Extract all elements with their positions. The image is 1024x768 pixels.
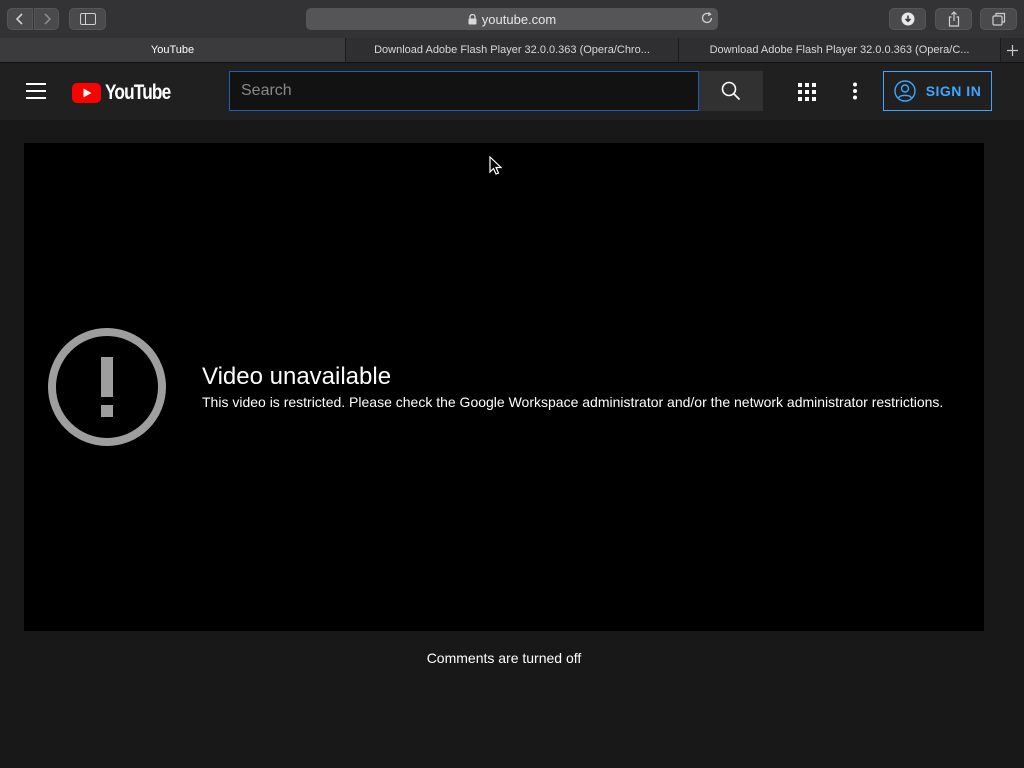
address-url: youtube.com: [481, 11, 557, 27]
download-icon: [901, 12, 914, 26]
chevron-right-icon: [43, 13, 51, 25]
menu-icon[interactable]: [26, 83, 46, 99]
more-vert-icon[interactable]: [852, 82, 858, 100]
search-button[interactable]: [699, 71, 763, 111]
search-box: [229, 71, 763, 111]
account-circle-icon: [893, 80, 916, 102]
share-icon: [948, 11, 959, 27]
tabs-overview-icon: [991, 12, 1005, 26]
tab-flash-player-2[interactable]: Download Adobe Flash Player 32.0.0.363 (…: [679, 38, 1001, 62]
lock-icon: [468, 13, 477, 24]
comments-status: Comments are turned off: [426, 650, 582, 666]
video-player[interactable]: Video unavailable This video is restrict…: [24, 143, 984, 631]
address-bar[interactable]: youtube.com: [306, 8, 718, 30]
search-input[interactable]: [229, 71, 699, 111]
tab-bar: YouTube Download Adobe Flash Player 32.0…: [0, 38, 1024, 63]
youtube-logo[interactable]: YouTube: [72, 81, 185, 105]
new-tab-button[interactable]: [1001, 38, 1024, 62]
tab-flash-player-1[interactable]: Download Adobe Flash Player 32.0.0.363 (…: [346, 38, 679, 62]
downloads-button[interactable]: [889, 8, 926, 30]
sidebar-toggle-button[interactable]: [69, 8, 106, 30]
error-title: Video unavailable: [202, 363, 392, 390]
apps-grid-icon[interactable]: [798, 83, 816, 101]
reload-icon[interactable]: [700, 11, 714, 25]
forward-button[interactable]: [34, 8, 59, 30]
mouse-cursor-icon: [489, 156, 503, 175]
sign-in-label: SIGN IN: [925, 83, 982, 99]
browser-toolbar: youtube.com: [0, 0, 1024, 39]
logo-text: YouTube: [105, 81, 171, 104]
error-message: This video is restricted. Please check t…: [202, 394, 944, 410]
sign-in-button[interactable]: SIGN IN: [883, 71, 992, 111]
share-button[interactable]: [935, 8, 972, 30]
youtube-play-icon: [72, 83, 101, 103]
show-tabs-button[interactable]: [980, 8, 1017, 30]
alert-exclamation-icon: [48, 328, 166, 446]
search-icon: [721, 81, 741, 101]
plus-icon: [1007, 44, 1018, 56]
tab-youtube[interactable]: YouTube: [0, 38, 346, 62]
sidebar-icon: [79, 13, 96, 25]
chevron-left-icon: [15, 13, 23, 25]
youtube-masthead: YouTube SIGN IN: [0, 63, 1024, 120]
back-button[interactable]: [7, 8, 33, 30]
